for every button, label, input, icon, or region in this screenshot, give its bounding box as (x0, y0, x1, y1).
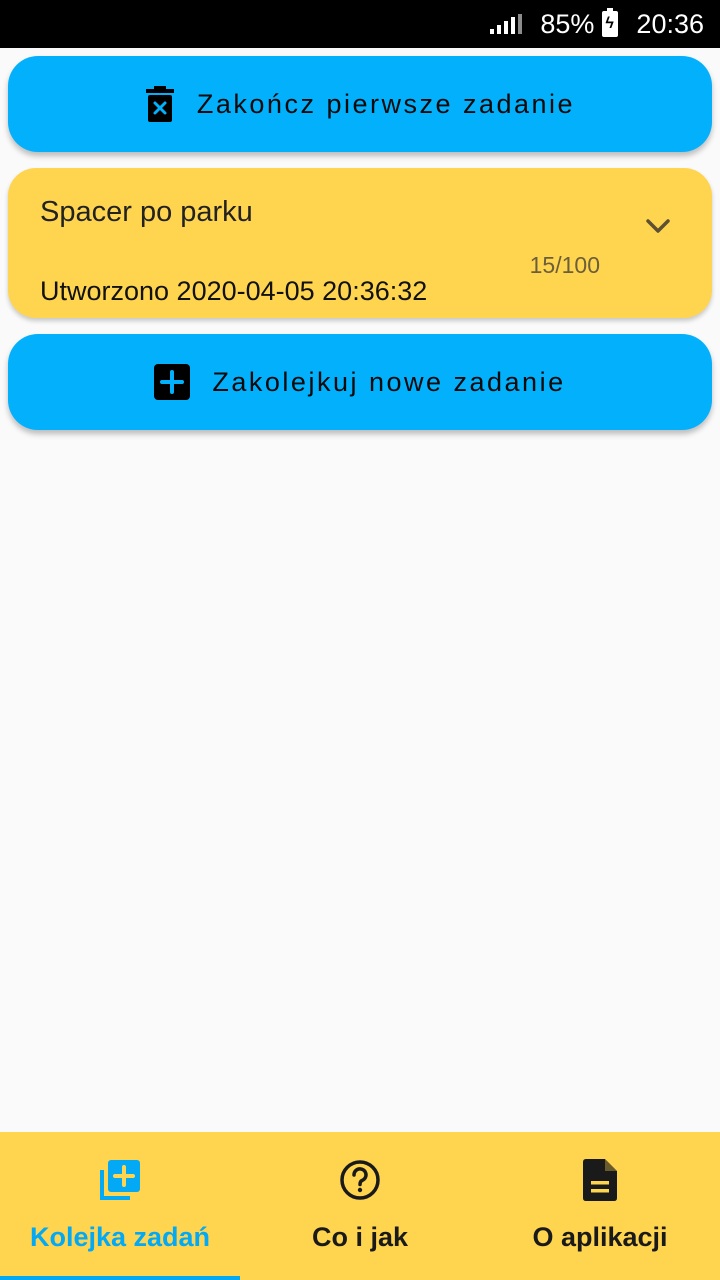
finish-first-task-label: Zakończ pierwsze zadanie (196, 88, 576, 119)
nav-task-queue-label: Kolejka zadań (29, 1222, 211, 1252)
signal-icon (490, 14, 523, 34)
clock: 20:36 (636, 8, 704, 39)
chevron-down-icon[interactable] (644, 212, 672, 240)
nav-how-to-label: Co i jak (311, 1222, 409, 1252)
active-tab-indicator (0, 1276, 240, 1280)
battery-charging-icon: ϟ (602, 8, 619, 37)
task-card[interactable]: Spacer po parku 15/100 Utworzono 2020-04… (8, 168, 712, 318)
nav-about-app[interactable]: O aplikacji (480, 1132, 720, 1280)
status-bar: 85% ϟ 20:36 (0, 0, 720, 48)
finish-first-task-button[interactable]: Zakończ pierwsze zadanie (8, 56, 712, 152)
bottom-navigation: Kolejka zadań Co i jak O aplikacji (0, 1132, 720, 1280)
nav-how-to[interactable]: Co i jak (240, 1132, 480, 1280)
task-created-timestamp: Utworzono 2020-04-05 20:36:32 (40, 276, 428, 306)
nav-task-queue[interactable]: Kolejka zadań (0, 1132, 240, 1280)
help-circle-icon (339, 1158, 381, 1202)
enqueue-new-task-button[interactable]: Zakolejkuj nowe zadanie (8, 334, 712, 430)
task-progress: 15/100 (529, 252, 600, 278)
document-icon (583, 1158, 617, 1202)
nav-about-app-label: O aplikacji (532, 1222, 668, 1252)
battery-percent: 85% (540, 8, 595, 39)
task-title: Spacer po parku (40, 196, 253, 228)
enqueue-new-task-label: Zakolejkuj nowe zadanie (212, 366, 566, 397)
add-box-icon (154, 364, 191, 400)
queue-add-icon (98, 1158, 142, 1202)
delete-icon (145, 85, 175, 123)
